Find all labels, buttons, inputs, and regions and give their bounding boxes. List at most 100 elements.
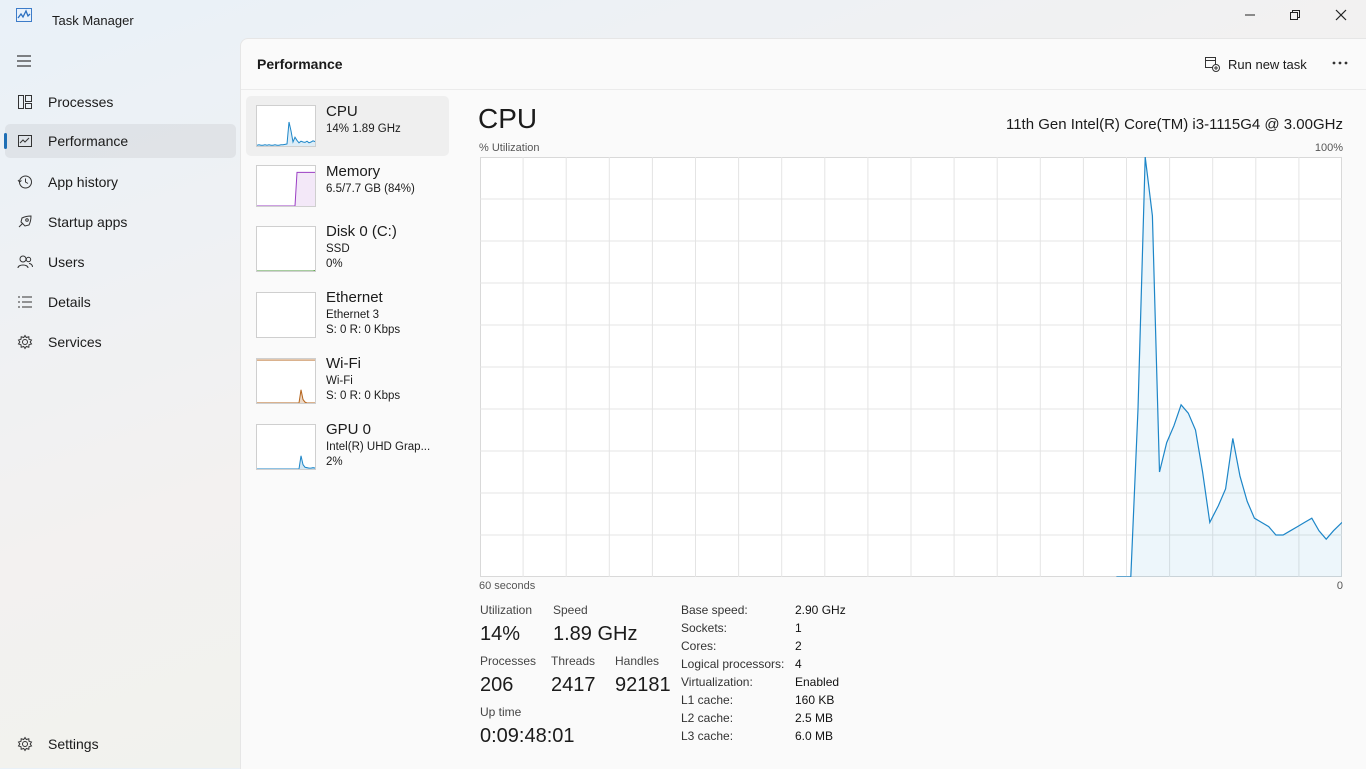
thumbnail-line — [257, 456, 315, 469]
device-detail-2: S: 0 R: 0 Kbps — [326, 390, 400, 402]
device-detail: Ethernet 3 — [326, 309, 379, 321]
sidebar-item-label: Services — [48, 334, 102, 350]
device-name: Disk 0 (C:) — [326, 223, 397, 240]
sidebar-item-label: Startup apps — [48, 214, 127, 230]
device-ethernet[interactable]: Ethernet Ethernet 3 S: 0 R: 0 Kbps — [246, 282, 449, 342]
cpu-utilization-graph — [480, 157, 1342, 577]
sidebar-item-label: App history — [48, 174, 118, 190]
processes-icon — [17, 94, 33, 110]
device-detail-2: 2% — [326, 456, 343, 468]
details-icon — [17, 294, 33, 310]
device-memory[interactable]: Memory 6.5/7.7 GB (84%) — [246, 156, 449, 216]
title-bar: Task Manager — [0, 0, 1366, 38]
thumbnail-line — [257, 390, 315, 403]
sidebar-item-label: Settings — [48, 736, 99, 752]
run-new-task-button[interactable]: Run new task — [1204, 54, 1307, 74]
sidebar-item-label: Details — [48, 294, 91, 310]
sidebar-item-label: Processes — [48, 94, 113, 110]
device-disk[interactable]: Disk 0 (C:) SSD 0% — [246, 216, 449, 276]
device-name: CPU — [326, 103, 358, 120]
sidebar-item-settings[interactable]: Settings — [5, 727, 236, 761]
device-detail-2: S: 0 R: 0 Kbps — [326, 324, 400, 336]
device-name: Wi-Fi — [326, 355, 361, 372]
info-value: 4 — [795, 657, 802, 671]
threads-value: 2417 — [551, 674, 596, 697]
sidebar-item-startup-apps[interactable]: Startup apps — [5, 205, 236, 239]
utilization-label: Utilization — [480, 603, 532, 617]
cpu-model: 11th Gen Intel(R) Core(TM) i3-1115G4 @ 3… — [1006, 116, 1343, 133]
sidebar-item-services[interactable]: Services — [5, 325, 236, 359]
maximize-button[interactable] — [1272, 0, 1318, 30]
info-value: 6.0 MB — [795, 729, 833, 743]
info-value: 2.5 MB — [795, 711, 833, 725]
startup-icon — [17, 214, 33, 230]
sidebar-item-label: Performance — [48, 133, 128, 149]
more-options-icon[interactable] — [1329, 53, 1351, 73]
history-icon — [17, 174, 33, 190]
info-key: Logical processors: — [681, 657, 784, 671]
wifi-thumbnail-graph — [256, 358, 316, 404]
info-key: Sockets: — [681, 621, 727, 635]
thumbnail-line — [257, 122, 315, 145]
header-divider — [241, 89, 1366, 90]
device-name: Ethernet — [326, 289, 383, 306]
thumbnail-fill — [257, 390, 315, 403]
speed-value: 1.89 GHz — [553, 623, 637, 646]
services-icon — [17, 334, 33, 350]
device-gpu[interactable]: GPU 0 Intel(R) UHD Grap... 2% — [246, 414, 449, 474]
minimize-button[interactable] — [1227, 0, 1273, 30]
info-key: Cores: — [681, 639, 716, 653]
threads-label: Threads — [551, 654, 595, 668]
info-key: Virtualization: — [681, 675, 753, 689]
x-axis-right-label: 0 — [1337, 580, 1343, 592]
device-cpu[interactable]: CPU 14% 1.89 GHz — [246, 96, 449, 156]
close-icon — [1335, 9, 1347, 21]
sidebar-item-app-history[interactable]: App history — [5, 165, 236, 199]
main-panel: Performance Run new task CPU 14% 1.89 GH… — [240, 38, 1366, 769]
info-value: 2 — [795, 639, 802, 653]
cpu-thumbnail-graph — [256, 105, 316, 147]
ethernet-thumbnail-graph — [256, 292, 316, 338]
run-new-task-label: Run new task — [1228, 57, 1307, 72]
processes-value: 206 — [480, 674, 513, 697]
device-name: Memory — [326, 163, 380, 180]
info-value: 2.90 GHz — [795, 603, 846, 617]
y-max-label: 100% — [1315, 142, 1343, 154]
sidebar-item-users[interactable]: Users — [5, 245, 236, 279]
sidebar-item-label: Users — [48, 254, 85, 270]
device-detail: SSD — [326, 243, 350, 255]
restore-icon — [1289, 9, 1301, 21]
info-value: 160 KB — [795, 693, 834, 707]
info-value: 1 — [795, 621, 802, 635]
performance-icon — [17, 133, 33, 149]
speed-label: Speed — [553, 603, 588, 617]
device-detail: 14% 1.89 GHz — [326, 123, 401, 135]
device-name: GPU 0 — [326, 421, 371, 438]
info-key: L3 cache: — [681, 729, 733, 743]
info-key: L2 cache: — [681, 711, 733, 725]
minimize-icon — [1244, 9, 1256, 21]
device-detail-2: 0% — [326, 258, 343, 270]
info-value: Enabled — [795, 675, 839, 689]
uptime-label: Up time — [480, 705, 521, 719]
close-button[interactable] — [1318, 0, 1364, 30]
sidebar-item-performance[interactable]: Performance — [5, 124, 236, 158]
run-task-icon — [1204, 56, 1220, 72]
device-wifi[interactable]: Wi-Fi Wi-Fi S: 0 R: 0 Kbps — [246, 348, 449, 408]
gpu-thumbnail-graph — [256, 424, 316, 470]
sidebar-item-details[interactable]: Details — [5, 285, 236, 319]
y-axis-label: % Utilization — [479, 142, 540, 154]
x-axis-left-label: 60 seconds — [479, 580, 535, 592]
thumbnail-fill — [257, 172, 315, 206]
sidebar-item-processes[interactable]: Processes — [5, 85, 236, 119]
device-detail: Intel(R) UHD Grap... — [326, 441, 430, 453]
uptime-value: 0:09:48:01 — [480, 725, 575, 748]
disk-thumbnail-graph — [256, 226, 316, 272]
app-title: Task Manager — [52, 13, 134, 28]
memory-thumbnail-graph — [256, 165, 316, 207]
handles-label: Handles — [615, 654, 659, 668]
device-detail: 6.5/7.7 GB (84%) — [326, 183, 415, 195]
handles-value: 92181 — [615, 674, 671, 697]
utilization-value: 14% — [480, 623, 520, 646]
users-icon — [17, 254, 33, 270]
